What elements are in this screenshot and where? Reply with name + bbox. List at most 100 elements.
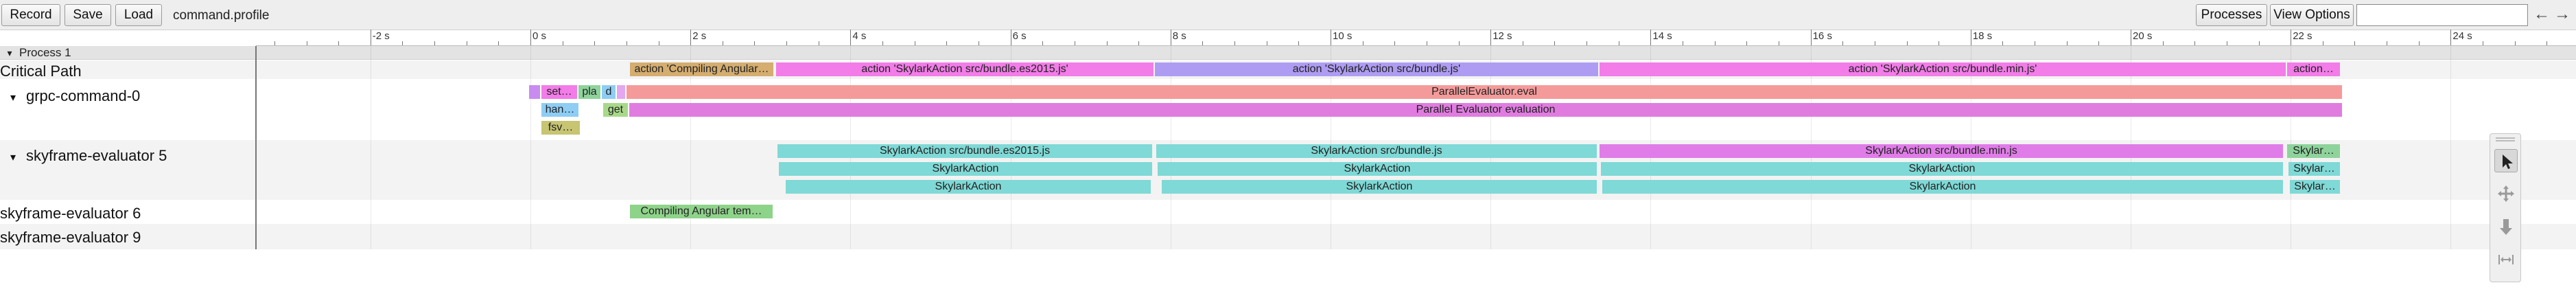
trace-slice[interactable]: fsv… xyxy=(541,121,580,135)
pan-icon xyxy=(2498,185,2514,202)
ruler-minor-tick xyxy=(786,41,788,45)
ruler-minor-tick xyxy=(2066,41,2068,45)
ruler-minor-tick xyxy=(2418,41,2420,45)
zoom-icon xyxy=(2500,219,2512,235)
save-button[interactable]: Save xyxy=(65,4,111,26)
timing-mode-button[interactable] xyxy=(2494,248,2518,271)
row-expand-toggle[interactable]: ▾ xyxy=(0,91,26,104)
row-label-skyframe-evaluator-5[interactable]: ▾ skyframe-evaluator 5 xyxy=(0,147,167,165)
ruler-minor-tick xyxy=(1106,41,1108,45)
ruler-tick-label: 24 s xyxy=(2452,30,2472,42)
row-expand-toggle[interactable]: ▾ xyxy=(0,150,26,164)
drag-handle[interactable] xyxy=(2496,137,2515,141)
pointer-mode-button[interactable] xyxy=(2494,149,2518,172)
ruler-minor-tick xyxy=(1746,41,1748,45)
trace-slice[interactable]: action… xyxy=(2287,62,2340,76)
label-column-divider xyxy=(255,46,257,249)
process-label: Process 1 xyxy=(19,46,71,59)
trace-slice[interactable]: han… xyxy=(541,103,578,117)
trace-slice[interactable]: action 'SkylarkAction src/bundle.es2015.… xyxy=(776,62,1154,76)
ruler-tick-label: 2 s xyxy=(692,30,707,42)
row-label-grpc-command-0[interactable]: ▾ grpc-command-0 xyxy=(0,87,140,105)
trace-slice[interactable]: action 'SkylarkAction src/bundle.min.js' xyxy=(1600,62,2286,76)
ruler-minor-tick xyxy=(754,41,756,45)
ruler-minor-tick xyxy=(434,41,436,45)
ruler-minor-tick xyxy=(338,41,340,45)
ruler-minor-tick xyxy=(1394,41,1396,45)
ruler-tick-label: 18 s xyxy=(1972,30,1993,42)
trace-slice[interactable] xyxy=(617,85,625,99)
ruler-minor-tick xyxy=(946,41,948,45)
ruler-major-tick xyxy=(2450,30,2452,45)
trace-slice[interactable]: d xyxy=(602,85,616,99)
zoom-mode-button[interactable] xyxy=(2494,215,2518,238)
ruler-minor-tick xyxy=(1554,41,1556,45)
ruler-major-tick xyxy=(1490,30,1492,45)
process-header[interactable]: ▾ Process 1 xyxy=(0,46,2576,60)
trace-slice[interactable]: Skylar… xyxy=(2290,180,2340,194)
process-expand-toggle[interactable]: ▾ xyxy=(0,46,19,60)
ruler-minor-tick xyxy=(2098,41,2100,45)
pan-mode-button[interactable] xyxy=(2494,182,2518,205)
ruler-tick-label: 8 s xyxy=(1172,30,1186,42)
find-next-button[interactable]: → xyxy=(2554,5,2571,23)
ruler-tick-label: 14 s xyxy=(1652,30,1672,42)
time-ruler[interactable]: -2 s 0 s 2 s 4 s 6 s 8 s 10 s 12 s 14 s 16 s 18 s 2… xyxy=(256,30,2576,46)
toolbar: Record Save Load command.profile Process… xyxy=(0,0,2576,30)
ruler-minor-tick xyxy=(2546,41,2548,45)
trace-slice[interactable]: Compiling Angular tem… xyxy=(630,205,773,218)
trace-slice[interactable]: pla xyxy=(578,85,600,99)
ruler-minor-tick xyxy=(498,41,500,45)
record-button[interactable]: Record xyxy=(1,4,60,26)
ruler-major-tick xyxy=(530,30,531,45)
ruler-minor-tick xyxy=(1458,41,1460,45)
trace-slice[interactable]: action 'SkylarkAction src/bundle.js' xyxy=(1155,62,1598,76)
ruler-major-tick xyxy=(850,30,852,45)
ruler-minor-tick xyxy=(402,41,403,45)
ruler-minor-tick xyxy=(2514,41,2516,45)
ruler-tick-label: 6 s xyxy=(1012,30,1027,42)
trace-slice[interactable]: set… xyxy=(541,85,577,99)
trace-slice[interactable]: SkylarkAction xyxy=(1601,162,2283,176)
processes-button[interactable]: Processes xyxy=(2196,4,2267,26)
find-previous-button[interactable]: ← xyxy=(2533,5,2550,23)
timing-icon xyxy=(2498,255,2514,264)
trace-slice[interactable]: SkylarkAction xyxy=(1602,180,2283,194)
trace-slice[interactable]: Parallel Evaluator evaluation xyxy=(629,103,2342,117)
ruler-minor-tick xyxy=(1906,41,1908,45)
ruler-minor-tick xyxy=(1234,41,1236,45)
trace-slice[interactable]: ParallelEvaluator.eval xyxy=(627,85,2342,99)
trace-slice[interactable]: SkylarkAction src/bundle.es2015.js xyxy=(777,144,1152,158)
track-row-skyframe-evaluator-6 xyxy=(0,200,2576,224)
ruler-minor-tick xyxy=(1202,41,1204,45)
row-label-skyframe-evaluator-6: skyframe-evaluator 6 xyxy=(0,205,141,222)
mouse-mode-selector xyxy=(2490,133,2521,282)
ruler-tick-label: 20 s xyxy=(2133,30,2153,42)
search-input[interactable] xyxy=(2356,4,2528,26)
trace-slice[interactable]: SkylarkAction xyxy=(1158,162,1597,176)
trace-slice[interactable]: SkylarkAction src/bundle.min.js xyxy=(1600,144,2283,158)
time-gridline xyxy=(2450,46,2452,249)
trace-slice[interactable]: SkylarkAction xyxy=(786,180,1151,194)
trace-slice[interactable] xyxy=(529,85,540,99)
time-gridline xyxy=(530,46,531,249)
load-button[interactable]: Load xyxy=(115,4,162,26)
trace-slice[interactable]: action 'Compiling Angular… xyxy=(630,62,773,76)
trace-slice[interactable]: SkylarkAction xyxy=(779,162,1152,176)
ruler-tick-label: 22 s xyxy=(2293,30,2312,42)
ruler-minor-tick xyxy=(2258,41,2260,45)
ruler-major-tick xyxy=(1650,30,1652,45)
trace-slice[interactable]: get xyxy=(603,103,628,117)
time-gridline xyxy=(690,46,692,249)
row-label-critical-path: Critical Path xyxy=(0,62,82,80)
view-options-button[interactable]: View Options xyxy=(2270,4,2354,26)
ruler-minor-tick xyxy=(2194,41,2196,45)
ruler-tick-label: 0 s xyxy=(532,30,547,42)
trace-slice[interactable]: Skylar… xyxy=(2288,162,2340,176)
ruler-minor-tick xyxy=(2162,41,2164,45)
trace-slice[interactable]: Skylar… xyxy=(2287,144,2340,158)
trace-slice[interactable]: SkylarkAction src/bundle.js xyxy=(1156,144,1597,158)
ruler-minor-tick xyxy=(1714,41,1716,45)
ruler-tick-label: 12 s xyxy=(1492,30,1512,42)
trace-slice[interactable]: SkylarkAction xyxy=(1162,180,1597,194)
